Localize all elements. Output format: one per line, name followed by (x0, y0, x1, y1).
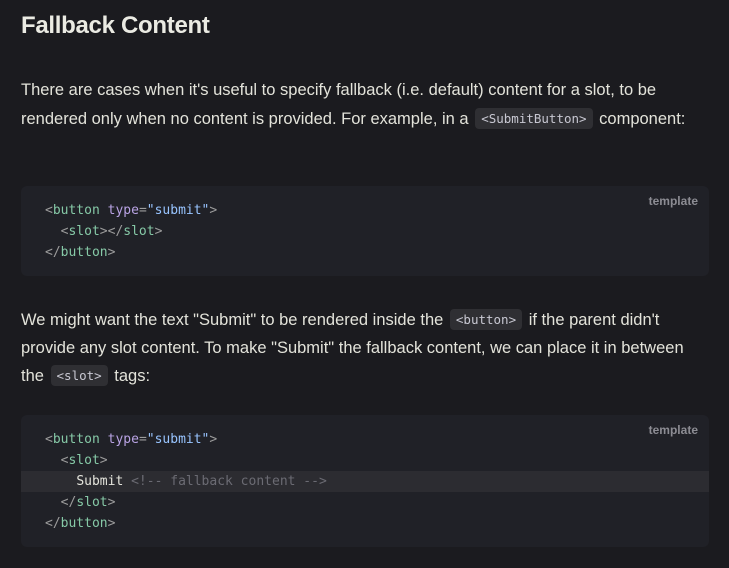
punct: > (107, 516, 116, 531)
intro-text-end: component: (599, 109, 686, 128)
code-line: <button type="submit"> (21, 200, 709, 221)
tag-name: button (52, 432, 100, 447)
tag-name: button (52, 203, 100, 218)
punct: > (209, 432, 218, 447)
punct: < (45, 203, 53, 218)
intro-paragraph: There are cases when it's useful to spec… (21, 77, 711, 133)
punct: > (99, 453, 108, 468)
tag-name: button (60, 245, 108, 260)
attr-name: type (107, 432, 139, 447)
code-line: </button> (21, 242, 709, 263)
punct: > (209, 203, 218, 218)
code-line: </slot> (21, 492, 709, 513)
code-line: </button> (21, 513, 709, 534)
tag-name: slot (123, 224, 155, 239)
code-comment: <!-- fallback content --> (131, 474, 327, 489)
explanation-text: We might want the text "Submit" to be re… (21, 311, 444, 329)
code-block-2: template <button type="submit"> <slot> S… (21, 415, 709, 547)
docs-page: Fallback Content There are cases when it… (0, 0, 729, 568)
code-line: <button type="submit"> (21, 429, 709, 450)
tag-name: button (60, 516, 108, 531)
punct: > (107, 495, 116, 510)
code-lines: <button type="submit"> <slot></slot> </b… (21, 200, 709, 263)
inline-code-button: <button> (449, 309, 523, 330)
punct: ></ (99, 224, 124, 239)
tag-name: slot (76, 495, 108, 510)
code-line: <slot> (21, 450, 709, 471)
code-block-1: template <button type="submit"> <slot></… (21, 186, 709, 276)
punct: > (107, 245, 116, 260)
inline-code-slot: <slot> (50, 365, 108, 386)
attr-value: "submit" (146, 432, 210, 447)
code-line: <slot></slot> (21, 221, 709, 242)
code-lines: <button type="submit"> <slot> Submit <!-… (21, 429, 709, 534)
explanation-text-end: tags: (114, 367, 151, 385)
attr-value: "submit" (146, 203, 210, 218)
highlighted-code-line: Submit <!-- fallback content --> (21, 471, 709, 492)
explanation-paragraph: We might want the text "Submit" to be re… (21, 306, 711, 391)
punct: = (138, 203, 147, 218)
punct: </ (45, 245, 61, 260)
punct: </ (45, 516, 61, 531)
punct: > (154, 224, 163, 239)
punct: </ (60, 495, 77, 510)
attr-name: type (107, 203, 139, 218)
tag-name: slot (68, 453, 100, 468)
punct: = (138, 432, 147, 447)
inline-code-submitbutton: <SubmitButton> (475, 107, 593, 129)
tag-name: slot (68, 224, 100, 239)
punct: < (45, 432, 53, 447)
text-content: Submit (76, 474, 124, 489)
section-heading: Fallback Content (21, 12, 210, 39)
